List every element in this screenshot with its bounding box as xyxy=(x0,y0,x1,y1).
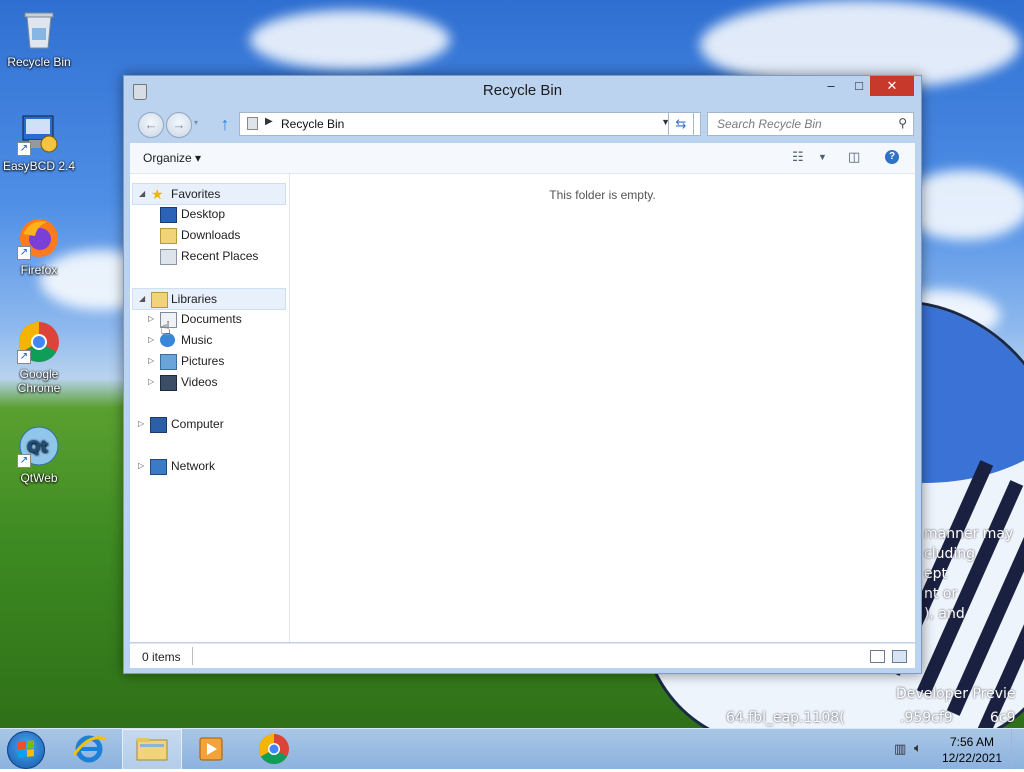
cloud xyxy=(250,10,450,70)
empty-folder-message: This folder is empty. xyxy=(549,188,656,202)
recycle-bin-icon xyxy=(247,117,258,130)
star-icon: ★ xyxy=(151,186,164,202)
window-title: Recycle Bin xyxy=(482,82,563,99)
refresh-button[interactable]: ⇆ xyxy=(668,112,694,136)
collapse-icon[interactable]: ◢ xyxy=(139,184,149,204)
system-tray: ▥ 🔈︎ 7:56 AM 12/22/2021 xyxy=(884,729,1024,769)
watermark-line: .959cf9 xyxy=(900,710,953,726)
minimize-button[interactable]: – xyxy=(817,76,845,96)
clock-time: 7:56 AM xyxy=(949,735,994,749)
internet-explorer-icon xyxy=(72,735,107,763)
watermark-line: ), and xyxy=(924,606,965,622)
media-player-icon xyxy=(199,737,223,761)
desktop-icon-easybcd[interactable]: ↗ EasyBCD 2.4 xyxy=(1,112,77,173)
windows-logo-icon xyxy=(18,740,34,758)
clock[interactable]: 7:56 AM 12/22/2021 xyxy=(942,734,1002,766)
watermark-line: cluding xyxy=(924,546,975,562)
recent-places-icon xyxy=(160,249,177,265)
mouse-cursor-icon: ☝ xyxy=(160,318,171,338)
videos-icon xyxy=(160,375,177,391)
expand-icon[interactable]: ▷ xyxy=(148,372,158,392)
organize-button[interactable]: Organize ▾ xyxy=(143,151,201,165)
watermark-line: ept xyxy=(924,566,947,582)
taskbar-google-chrome[interactable] xyxy=(245,729,303,769)
search-icon[interactable]: ⚲ xyxy=(898,116,907,130)
watermark-line: 64.fbl_eap.1108( xyxy=(726,710,845,726)
recycle-bin-window: Recycle Bin – □ ✕ ← → ▾ ↑ ▶ Recycle Bin … xyxy=(123,75,922,674)
collapse-icon[interactable]: ◢ xyxy=(139,289,149,309)
desktop-icon-qtweb[interactable]: Qt ↗ QtWeb xyxy=(1,424,77,485)
forward-button[interactable]: → xyxy=(166,112,192,138)
taskbar-internet-explorer[interactable] xyxy=(60,729,118,769)
desktop-icon-recycle-bin[interactable]: Recycle Bin xyxy=(1,8,77,69)
address-bar[interactable]: ▶ Recycle Bin ▼ xyxy=(239,112,701,136)
computer-icon xyxy=(150,417,167,433)
expand-icon[interactable]: ▷ xyxy=(138,414,148,434)
taskbar-file-explorer[interactable] xyxy=(122,729,182,771)
volume-icon[interactable]: 🔈︎ xyxy=(914,740,922,756)
back-button[interactable]: ← xyxy=(138,112,164,138)
up-button[interactable]: ↑ xyxy=(214,112,236,136)
watermark-line: nt or xyxy=(924,586,958,602)
watermark-line: manner may xyxy=(924,526,1014,542)
change-view-icon[interactable]: ☷ xyxy=(792,149,804,165)
taskbar: ▥ 🔈︎ 7:56 AM 12/22/2021 xyxy=(0,728,1024,771)
expand-icon[interactable]: ▷ xyxy=(148,309,158,329)
pictures-icon xyxy=(160,354,177,370)
chrome-icon: ↗ xyxy=(17,320,61,364)
nav-libraries[interactable]: ◢ Libraries xyxy=(132,288,286,310)
large-icons-view-icon[interactable] xyxy=(892,650,907,663)
status-divider xyxy=(192,647,193,665)
view-options-chevron-icon[interactable]: ▼ xyxy=(818,152,827,162)
taskbar-media-player[interactable] xyxy=(182,729,240,769)
expand-icon[interactable]: ▷ xyxy=(138,456,148,476)
close-button[interactable]: ✕ xyxy=(870,76,914,96)
recycle-bin-icon xyxy=(17,8,61,52)
easybcd-icon: ↗ xyxy=(17,112,61,156)
status-bar: 0 items xyxy=(130,643,915,668)
watermark-line: 6c9 xyxy=(990,710,1016,726)
network-status-icon[interactable]: ▥ xyxy=(894,741,906,757)
downloads-folder-icon xyxy=(160,228,177,244)
title-bar[interactable]: Recycle Bin – □ ✕ xyxy=(124,76,921,104)
watermark-line: Developer Previe xyxy=(896,686,1016,702)
desktop-icon xyxy=(160,207,177,223)
navigation-bar: ← → ▾ ↑ ▶ Recycle Bin ▼ ⇆ Search Recycle… xyxy=(130,108,915,138)
search-placeholder: Search Recycle Bin xyxy=(717,117,822,131)
help-icon[interactable]: ? xyxy=(885,150,899,164)
recent-pages-chevron-icon[interactable]: ▾ xyxy=(194,118,198,127)
items-count: 0 items xyxy=(142,650,181,664)
navigation-pane: ◢ ★ Favorites Desktop Downloads Recent P… xyxy=(130,174,290,642)
expand-icon[interactable]: ▷ xyxy=(148,351,158,371)
start-button[interactable] xyxy=(7,731,45,769)
preview-pane-icon[interactable]: ◫ xyxy=(848,149,860,165)
firefox-icon: ↗ xyxy=(17,216,61,260)
show-desktop-button[interactable] xyxy=(1011,729,1024,769)
desktop-icon-chrome[interactable]: ↗ Google Chrome xyxy=(1,320,77,395)
address-path[interactable]: Recycle Bin xyxy=(281,117,344,131)
maximize-button[interactable]: □ xyxy=(845,76,873,96)
desktop-icon-firefox[interactable]: ↗ Firefox xyxy=(1,216,77,277)
details-view-icon[interactable] xyxy=(870,650,885,663)
breadcrumb-chevron-icon[interactable]: ▶ xyxy=(265,116,273,127)
chrome-icon xyxy=(258,734,289,765)
qtweb-icon: Qt ↗ xyxy=(17,424,61,468)
command-bar: Organize ▾ ☷ ▼ ◫ ? xyxy=(130,143,915,174)
network-icon xyxy=(150,459,167,475)
expand-icon[interactable]: ▷ xyxy=(148,330,158,350)
clock-date: 12/22/2021 xyxy=(941,751,1002,765)
content-area: ◢ ★ Favorites Desktop Downloads Recent P… xyxy=(130,174,915,642)
folder-icon xyxy=(136,738,168,761)
search-input[interactable]: Search Recycle Bin ⚲ xyxy=(707,112,914,136)
nav-favorites[interactable]: ◢ ★ Favorites xyxy=(132,183,286,205)
libraries-icon xyxy=(151,292,168,308)
